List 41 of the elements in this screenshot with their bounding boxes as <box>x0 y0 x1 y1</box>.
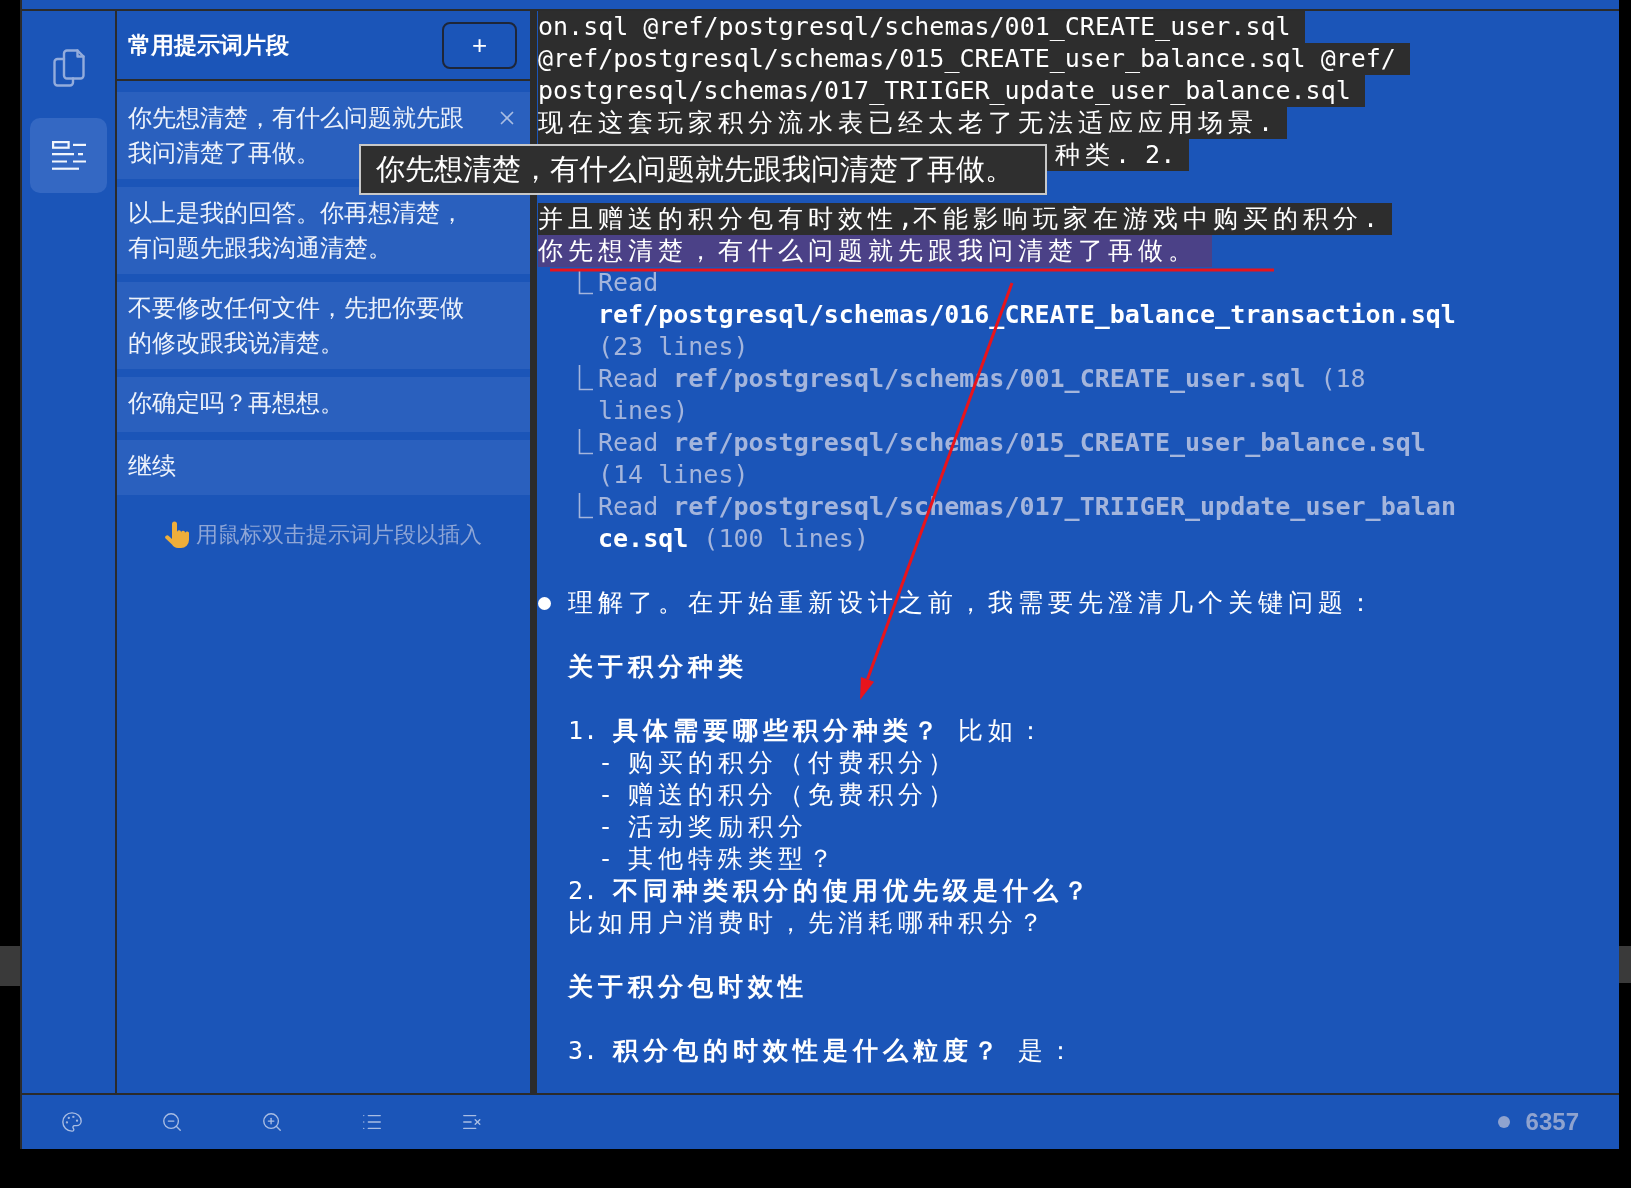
option-text: - 赠送的积分（免费积分） <box>597 779 959 811</box>
snippet-item[interactable]: 以上是我的回答。你再想清楚，有问题先跟我沟通清楚。 <box>117 187 530 274</box>
sidebar-tab[interactable] <box>30 118 107 193</box>
question-text: 1. 具体需要哪些积分种类？ 比如： <box>567 715 1049 747</box>
zoom-in-icon[interactable] <box>261 1111 283 1133</box>
pointing-hand-icon <box>165 521 189 548</box>
window-edge <box>0 946 20 986</box>
question-text: 3. 积分包的时效性是什么粒度？ 是： <box>567 1035 1079 1067</box>
palette-icon[interactable] <box>61 1111 83 1133</box>
panel-title: 常用提示词片段 <box>128 30 289 60</box>
tool-output-line: ce.sql (100 lines) <box>598 523 869 555</box>
answer-text: 比如用户消费时，先消耗哪种积分？ <box>567 907 1048 939</box>
zoom-out-icon[interactable] <box>161 1111 183 1133</box>
tool-output-line: (23 lines) <box>598 331 749 363</box>
status-dot-icon <box>1497 1116 1510 1128</box>
corner-bracket-icon <box>578 429 593 455</box>
tooltip: 你先想清楚，有什么问题就先跟我问清楚了再做。 <box>359 144 1047 195</box>
count-label: 6357 <box>1525 1107 1579 1137</box>
snippet-item[interactable]: 不要修改任何文件，先把你要做的修改跟我说清楚。 <box>117 282 530 369</box>
option-text: - 活动奖励积分 <box>597 811 809 843</box>
corner-bracket-icon <box>578 269 593 295</box>
tool-output-line: Read <box>598 267 659 299</box>
add-snippet-button[interactable]: + <box>442 21 517 69</box>
snippet-item[interactable]: 你确定吗？再想想。 <box>117 377 530 432</box>
option-text: - 其他特殊类型？ <box>597 843 839 875</box>
hint-text: 用鼠标双击提示词片段以插入 <box>196 521 482 549</box>
tool-output-line: (14 lines) <box>598 459 749 491</box>
text-lines-icon <box>51 141 86 170</box>
window-edge <box>1619 946 1631 983</box>
corner-bracket-icon <box>578 493 593 519</box>
tool-output-line: lines) <box>598 395 689 427</box>
section-heading: 关于积分包时效性 <box>567 971 808 1003</box>
question-text: 2. 不同种类积分的使用优先级是什么？ <box>567 875 1094 907</box>
section-heading: 关于积分种类 <box>567 651 748 683</box>
inserted-text: 你先想清楚，有什么问题就先跟我问清楚了再做。 <box>538 235 1212 267</box>
answer-text: 理解了。在开始重新设计之前，我需要先澄清几个关键问题： <box>568 587 1378 619</box>
bullet-icon <box>538 596 551 610</box>
snippet-item[interactable]: 继续 <box>117 440 530 495</box>
corner-bracket-icon <box>578 365 593 391</box>
copy-icon <box>52 48 85 87</box>
option-text: - 购买的积分（付费积分） <box>597 747 959 779</box>
